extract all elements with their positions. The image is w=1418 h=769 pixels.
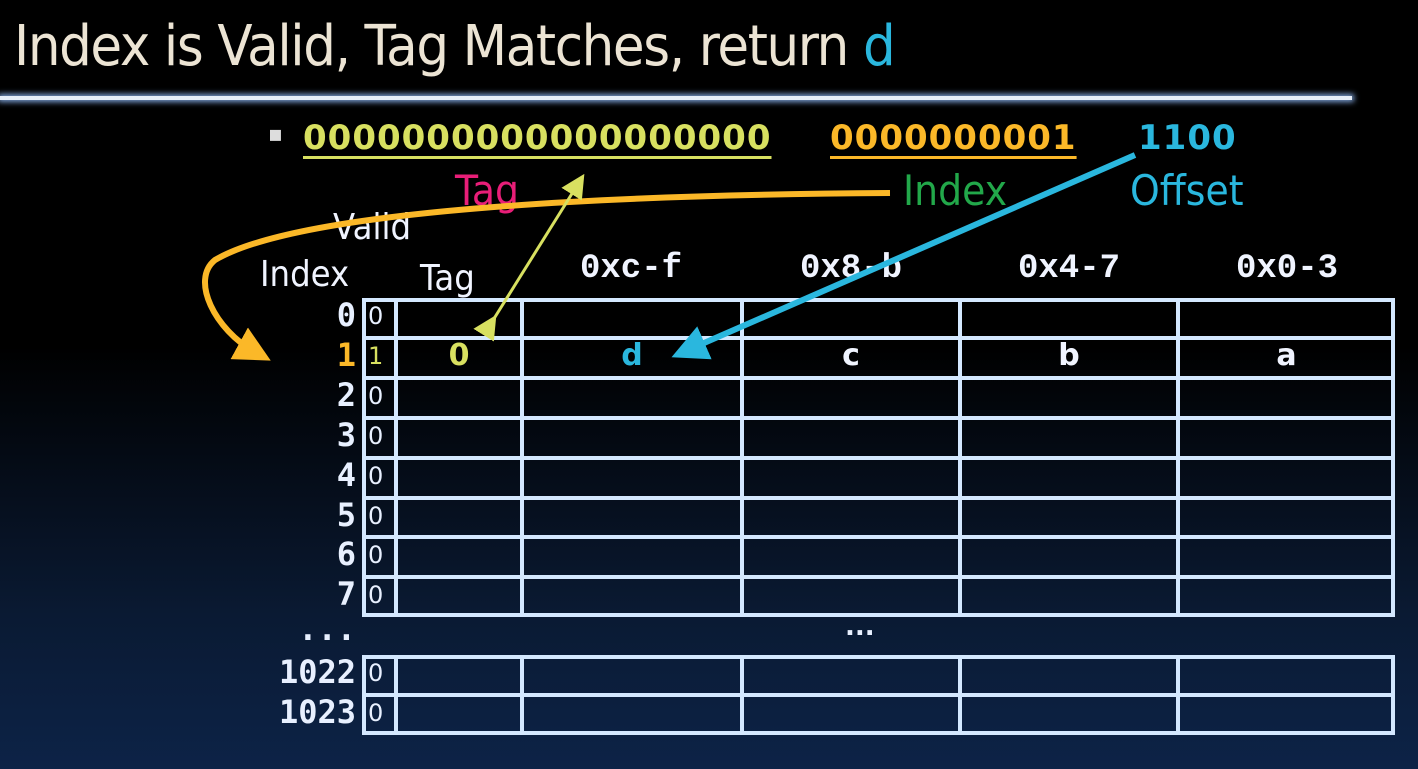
offset-arrow bbox=[671, 152, 1137, 360]
arrows-layer bbox=[202, 152, 1137, 361]
index-arrow bbox=[202, 190, 891, 361]
